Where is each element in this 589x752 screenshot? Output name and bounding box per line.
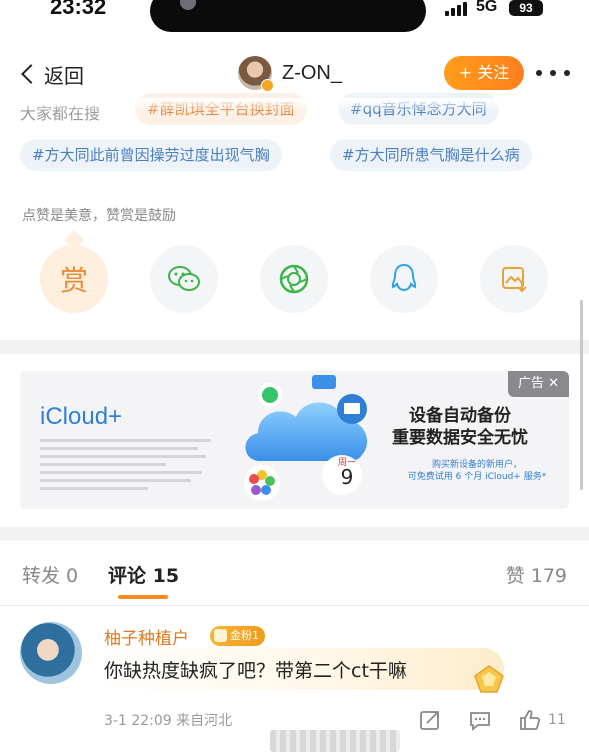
ad-headline-line: 设备自动备份	[409, 406, 511, 426]
ad-close-tag[interactable]: 广告 ✕	[507, 371, 569, 397]
reward-icon: 赏	[59, 264, 88, 297]
calendar-day: 9	[340, 465, 354, 489]
back-button[interactable]: 返回	[18, 58, 84, 90]
status-bar: 23:32 5G 93	[0, 0, 589, 34]
dot-icon	[550, 70, 556, 76]
comment-tabs: 转发 0 评论 15 赞 179	[0, 555, 589, 603]
save-image-icon	[502, 267, 527, 293]
top-nav: 返回 Z-ON_ + 关注	[0, 50, 589, 98]
avatar[interactable]	[238, 56, 274, 92]
reward-button[interactable]: 赏	[40, 245, 108, 313]
share-comment-button[interactable]	[418, 708, 442, 732]
like-comment-button[interactable]: 11	[518, 708, 566, 732]
more-options-button[interactable]	[536, 70, 570, 80]
chevron-left-icon	[21, 64, 41, 84]
author-name[interactable]: Z-ON_	[282, 62, 342, 85]
back-label: 返回	[44, 63, 84, 88]
share-moments-button[interactable]	[260, 245, 328, 313]
comment-actions: 11	[418, 708, 578, 732]
fan-badge-label: 金粉1	[230, 629, 259, 642]
ad-banner[interactable]: iCloud+ 周一 9 广告 ✕ 设备自动备份 重要数据安全无忧 购买新设备的…	[20, 371, 569, 509]
qq-icon	[391, 263, 417, 292]
scroll-fade	[0, 98, 589, 112]
camera-dot	[180, 0, 196, 10]
ad-headline: 设备自动备份 重要数据安全无忧	[392, 405, 528, 449]
section-divider	[0, 340, 589, 354]
verified-badge-icon	[261, 79, 274, 92]
author-header[interactable]: Z-ON_	[238, 56, 342, 92]
reward-prompt: 点赞是美意，赞赏是鼓励	[22, 208, 176, 224]
ad-headline-line: 重要数据安全无忧	[392, 428, 528, 448]
wechat-icon	[168, 266, 200, 291]
moments-icon	[279, 264, 309, 294]
tab-divider	[0, 605, 589, 606]
watermark-blur	[270, 730, 400, 752]
tab-comment[interactable]: 评论 15	[108, 561, 179, 588]
tab-like[interactable]: 赞 179	[506, 561, 567, 588]
tab-repost[interactable]: 转发 0	[22, 561, 78, 588]
comment-like-count: 11	[548, 712, 566, 728]
ad-sub-line: 购买新设备的新用户，	[431, 460, 522, 470]
scrollbar[interactable]	[580, 300, 583, 490]
commenter-name[interactable]: 柚子种植户	[104, 624, 189, 649]
share-qq-button[interactable]	[370, 245, 438, 313]
signal-icon	[445, 2, 471, 16]
comment-icon	[470, 712, 490, 731]
share-wechat-button[interactable]	[150, 245, 218, 313]
ad-brand: iCloud+	[40, 403, 123, 430]
dot-icon	[564, 70, 570, 76]
section-divider	[0, 527, 589, 541]
gem-icon	[474, 665, 504, 693]
comment-text[interactable]: 你缺热度缺疯了吧？带第二个ct干嘛	[104, 656, 407, 683]
thumbs-up-icon	[520, 710, 541, 730]
ad-fine-print	[40, 439, 220, 495]
follow-button[interactable]: + 关注	[444, 56, 524, 90]
share-icon	[420, 711, 439, 730]
ad-subtext: 购买新设备的新用户， 可免费试用 6 个月 iCloud+ 服务*	[392, 459, 562, 483]
network-type: 5G	[476, 0, 498, 15]
commenter-avatar[interactable]	[20, 622, 82, 684]
tab-active-indicator	[118, 595, 168, 599]
ad-sub-line: 可免费试用 6 个月 iCloud+ 服务*	[407, 472, 547, 482]
crown-icon	[214, 629, 227, 642]
fan-badge: 金粉1	[210, 626, 265, 646]
reply-button[interactable]	[468, 708, 492, 732]
battery-icon: 93	[509, 0, 543, 16]
comment-meta: 3-1 22:09 来自河北	[104, 713, 233, 729]
hashtag-chip[interactable]: #方大同此前曾因操劳过度出现气胸	[20, 139, 282, 171]
dot-icon	[536, 70, 542, 76]
save-image-button[interactable]	[480, 245, 548, 313]
dynamic-island	[150, 0, 426, 32]
status-time: 23:32	[50, 0, 107, 19]
share-row: 赏	[0, 245, 589, 325]
hashtag-chip[interactable]: #方大同所患气胸是什么病	[330, 139, 532, 171]
